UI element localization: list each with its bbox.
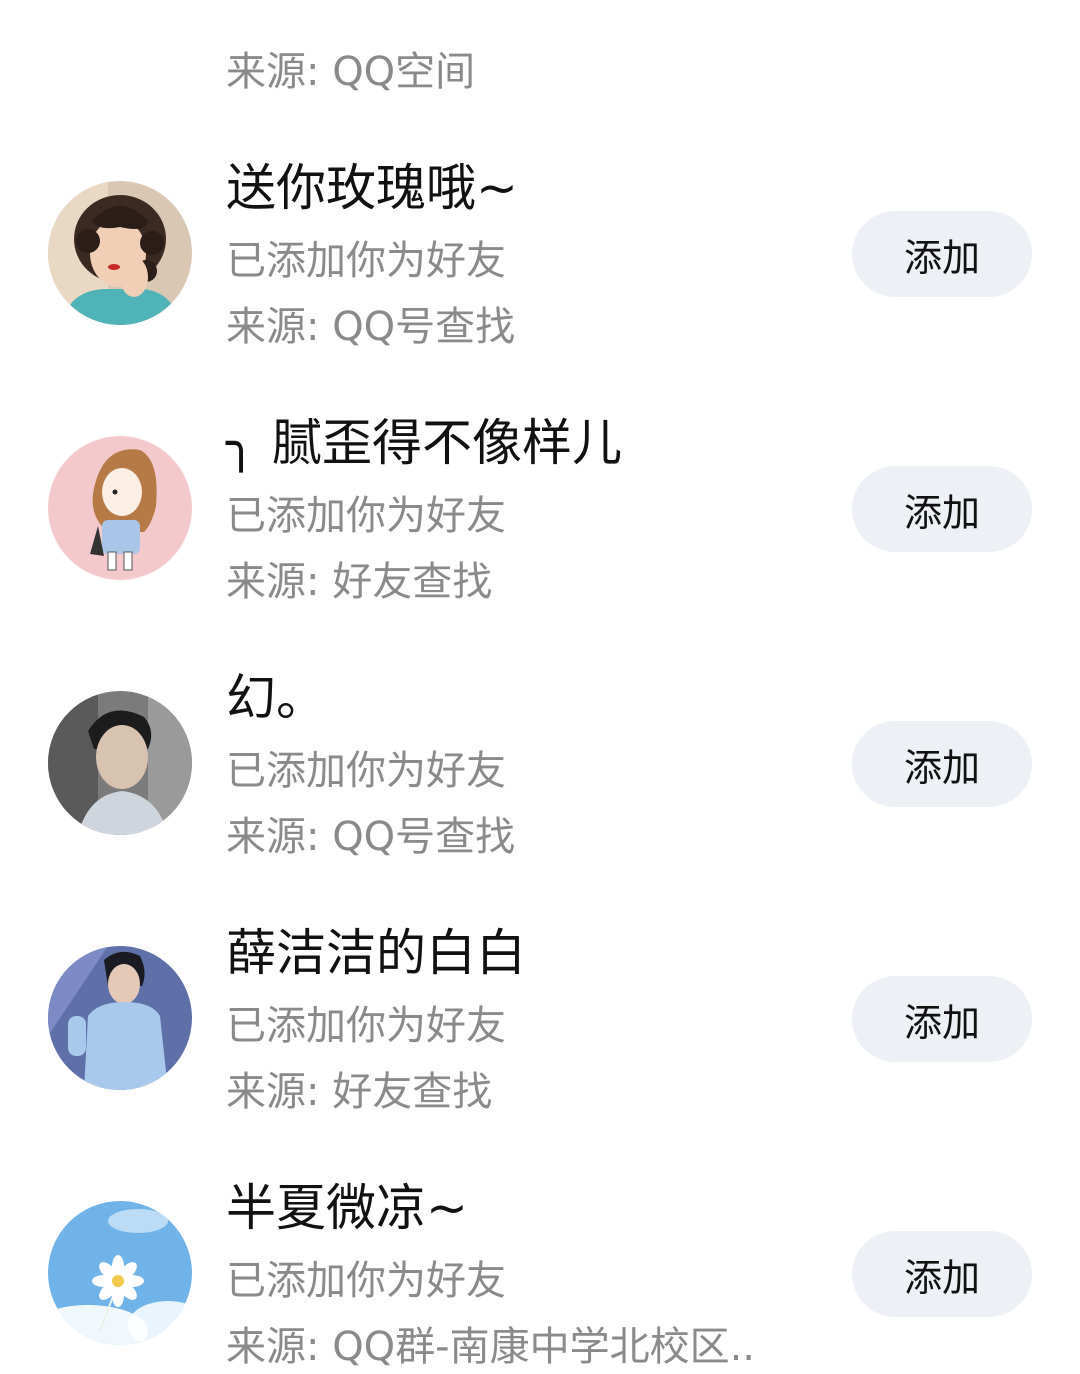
list-item[interactable]: 半夏微凉~ 已添加你为好友 来源: QQ群-南康中学北校区.. 添加 bbox=[0, 1088, 1080, 1370]
avatar[interactable] bbox=[48, 1201, 192, 1345]
list-item[interactable]: 来源: QQ空间 bbox=[0, 0, 1080, 95]
list-item[interactable]: 送你玫瑰哦~ 已添加你为好友 来源: QQ号查找 添加 bbox=[0, 68, 1080, 350]
contact-status: 已添加你为好友 bbox=[226, 238, 506, 284]
contact-status: 已添加你为好友 bbox=[226, 493, 506, 539]
add-button[interactable]: 添加 bbox=[852, 211, 1032, 297]
add-button[interactable]: 添加 bbox=[852, 976, 1032, 1062]
contact-name: 幻。 bbox=[226, 669, 326, 727]
boy-portrait-avatar-icon bbox=[48, 691, 192, 835]
avatar[interactable] bbox=[48, 436, 192, 580]
list-item[interactable]: 薛洁洁的白白 已添加你为好友 来源: 好友查找 添加 bbox=[0, 833, 1080, 1115]
contact-name: 半夏微凉~ bbox=[226, 1179, 468, 1237]
girl-curly-hair-avatar-icon bbox=[48, 181, 192, 325]
contact-name: 送你玫瑰哦~ bbox=[226, 159, 518, 217]
contact-source: 来源: QQ群-南康中学北校区.. bbox=[226, 1324, 756, 1370]
cartoon-girl-avatar-icon bbox=[48, 436, 192, 580]
boy-tshirt-avatar-icon bbox=[48, 946, 192, 1090]
contact-status: 已添加你为好友 bbox=[226, 748, 506, 794]
friend-request-list: 来源: QQ空间 送你玫瑰哦~ 已添加你为好友 来源: QQ号查找 添加 ╮ 腻… bbox=[0, 0, 1080, 1370]
list-item[interactable]: 幻。 已添加你为好友 来源: QQ号查找 添加 bbox=[0, 578, 1080, 860]
avatar[interactable] bbox=[48, 946, 192, 1090]
contact-status: 已添加你为好友 bbox=[226, 1258, 506, 1304]
add-button[interactable]: 添加 bbox=[852, 466, 1032, 552]
avatar[interactable] bbox=[48, 691, 192, 835]
add-button[interactable]: 添加 bbox=[852, 1231, 1032, 1317]
avatar[interactable] bbox=[48, 181, 192, 325]
contact-name: ╮ 腻歪得不像样儿 bbox=[226, 414, 622, 472]
contact-status: 已添加你为好友 bbox=[226, 1003, 506, 1049]
flower-sky-avatar-icon bbox=[48, 1201, 192, 1345]
add-button[interactable]: 添加 bbox=[852, 721, 1032, 807]
contact-name: 薛洁洁的白白 bbox=[226, 924, 526, 982]
list-item[interactable]: ╮ 腻歪得不像样儿 已添加你为好友 来源: 好友查找 添加 bbox=[0, 323, 1080, 605]
